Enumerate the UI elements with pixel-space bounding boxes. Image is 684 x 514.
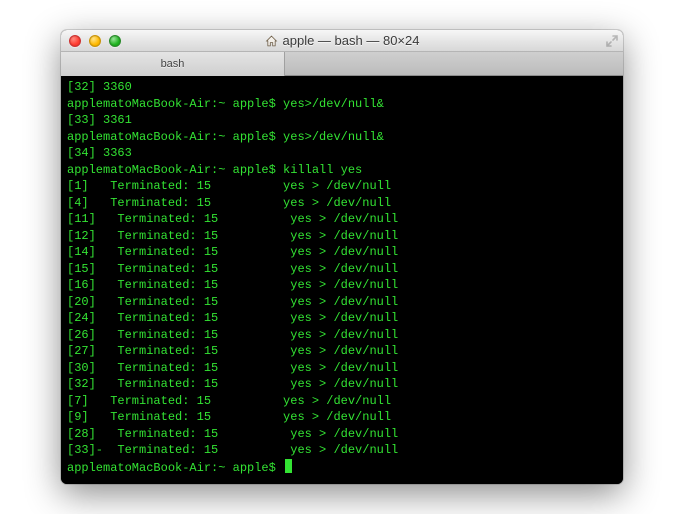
terminal-line: [28] Terminated: 15 yes > /dev/null [67,426,617,443]
terminal-line: applematoMacBook-Air:~ apple$ yes>/dev/n… [67,96,617,113]
terminal-prompt: applematoMacBook-Air:~ apple$ [67,461,283,475]
terminal-line: applematoMacBook-Air:~ apple$ killall ye… [67,162,617,179]
terminal-window: apple — bash — 80×24 bash [32] 3360 appl… [61,30,623,484]
zoom-button[interactable] [109,35,121,47]
terminal-content[interactable]: [32] 3360 applematoMacBook-Air:~ apple$ … [61,76,623,484]
tab-bash[interactable]: bash [61,52,285,76]
terminal-line: [16] Terminated: 15 yes > /dev/null [67,277,617,294]
terminal-line: [20] Terminated: 15 yes > /dev/null [67,294,617,311]
terminal-line: [26] Terminated: 15 yes > /dev/null [67,327,617,344]
terminal-line: [30] Terminated: 15 yes > /dev/null [67,360,617,377]
terminal-line: [33]- Terminated: 15 yes > /dev/null [67,442,617,459]
cursor [285,459,292,473]
terminal-line: [9] Terminated: 15 yes > /dev/null [67,409,617,426]
terminal-line: [24] Terminated: 15 yes > /dev/null [67,310,617,327]
terminal-line: [33] 3361 [67,112,617,129]
window-title-text: apple — bash — 80×24 [283,33,420,48]
close-button[interactable] [69,35,81,47]
home-icon [265,35,278,47]
terminal-line: [32] Terminated: 15 yes > /dev/null [67,376,617,393]
terminal-line: [7] Terminated: 15 yes > /dev/null [67,393,617,410]
window-title: apple — bash — 80×24 [61,33,623,48]
terminal-line: applematoMacBook-Air:~ apple$ yes>/dev/n… [67,129,617,146]
fullscreen-icon[interactable] [605,34,619,48]
terminal-line: [32] 3360 [67,79,617,96]
terminal-line: [27] Terminated: 15 yes > /dev/null [67,343,617,360]
terminal-line: [12] Terminated: 15 yes > /dev/null [67,228,617,245]
terminal-line: [11] Terminated: 15 yes > /dev/null [67,211,617,228]
terminal-line: [34] 3363 [67,145,617,162]
terminal-line: [1] Terminated: 15 yes > /dev/null [67,178,617,195]
minimize-button[interactable] [89,35,101,47]
tab-bar: bash [61,52,623,76]
terminal-prompt-line: applematoMacBook-Air:~ apple$ [67,459,617,477]
tab-label: bash [161,58,185,70]
terminal-line: [14] Terminated: 15 yes > /dev/null [67,244,617,261]
titlebar[interactable]: apple — bash — 80×24 [61,30,623,52]
terminal-line: [4] Terminated: 15 yes > /dev/null [67,195,617,212]
terminal-line: [15] Terminated: 15 yes > /dev/null [67,261,617,278]
traffic-lights [61,35,121,47]
